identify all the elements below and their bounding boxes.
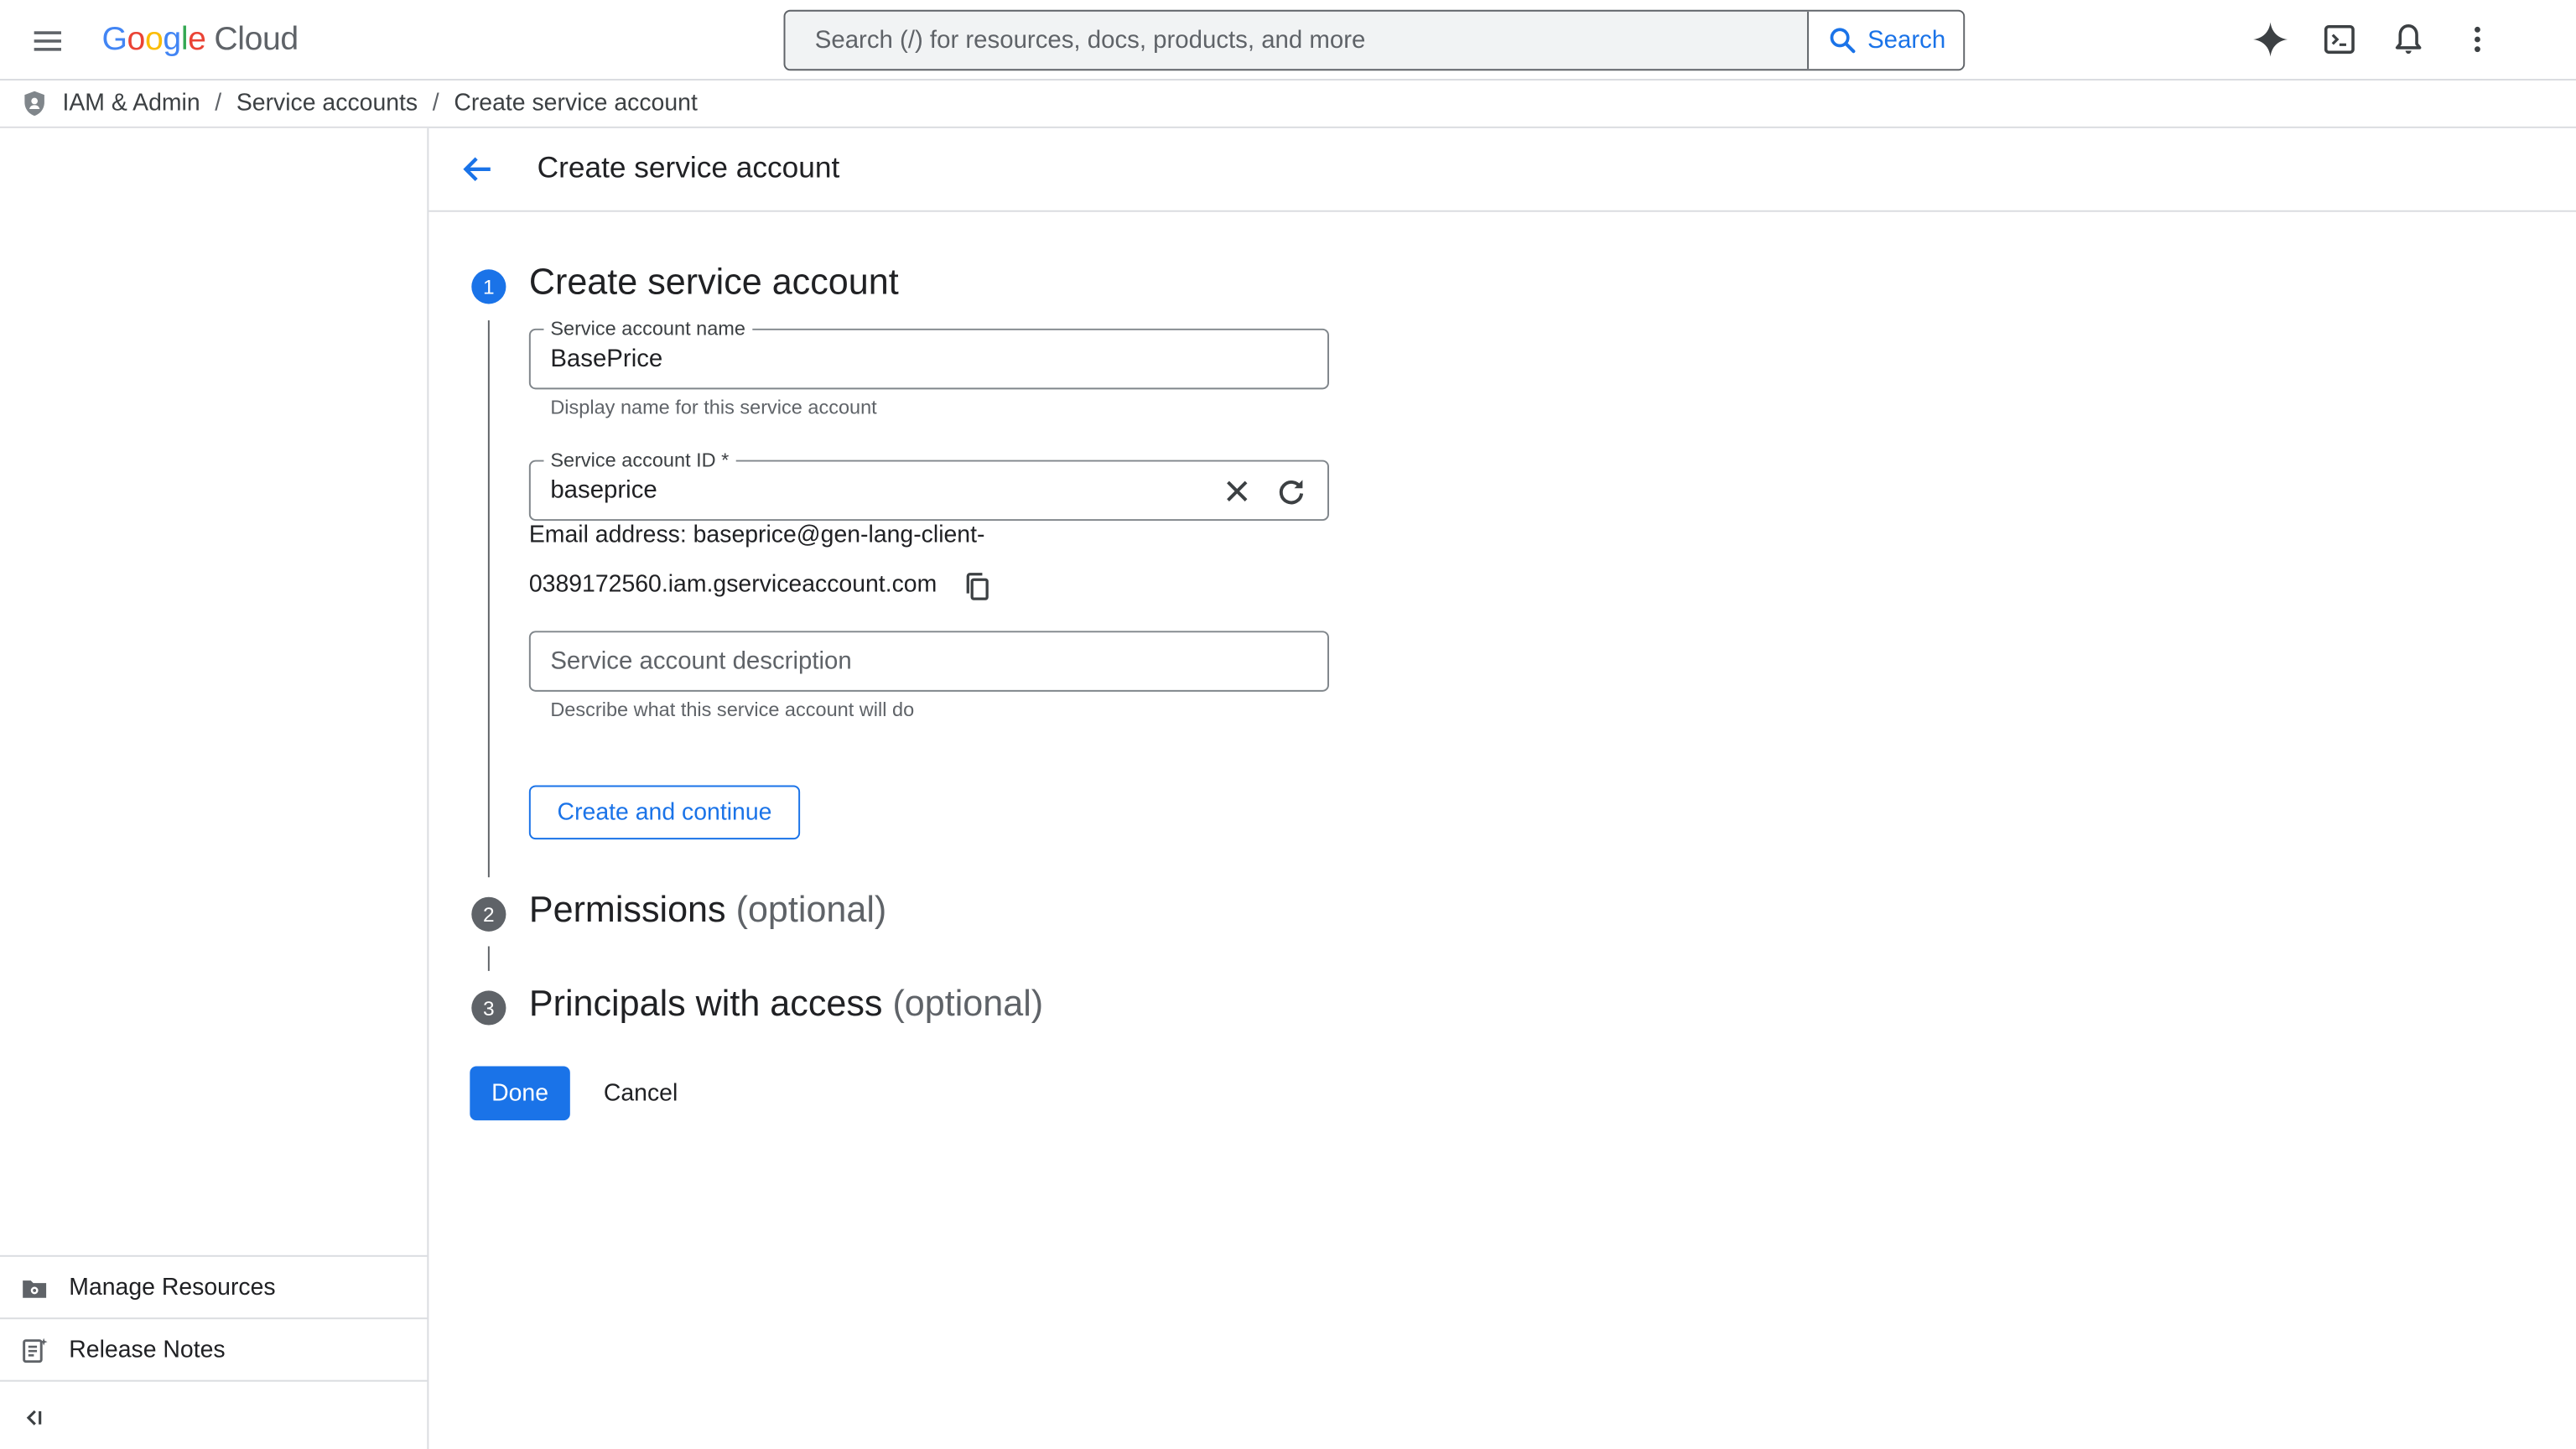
step-optional-text: (optional) [735, 888, 887, 930]
top-actions [2247, 15, 2501, 65]
search-button-label: Search [1867, 26, 1946, 55]
service-account-description-input[interactable] [550, 632, 1306, 690]
logo-letter: e [188, 20, 206, 57]
collapse-sidebar-button[interactable] [0, 1379, 428, 1449]
manage-resources-icon [23, 1280, 47, 1297]
close-icon [1227, 480, 1248, 501]
more-vert-icon [2475, 26, 2480, 53]
app-root: Google Cloud Search (/) for resources, d… [0, 0, 2576, 1449]
step-title-text: Permissions [528, 888, 726, 930]
service-account-description-hint: Describe what this service account will … [550, 698, 915, 722]
bell-icon [2395, 24, 2422, 55]
page-header: Create service account [428, 128, 2576, 212]
create-and-continue-label: Create and continue [557, 799, 772, 826]
step-2-title[interactable]: Permissions (optional) [529, 889, 886, 932]
breadcrumb-service-accounts[interactable]: Service accounts [236, 91, 418, 117]
logo-letter: o [144, 20, 164, 57]
email-address-line1: Email address: baseprice@gen-lang-client… [528, 522, 985, 549]
page-title: Create service account [537, 151, 840, 184]
cloud-shell-button[interactable] [2316, 15, 2362, 65]
search-button[interactable]: Search [1807, 11, 1964, 70]
step-3-indicator: 3 [471, 990, 506, 1026]
email-address-line2: 0389172560.iam.gserviceaccount.com [528, 571, 937, 599]
cancel-button[interactable]: Cancel [584, 1067, 696, 1121]
google-cloud-logo[interactable]: Google Cloud [101, 18, 299, 61]
hamburger-menu-icon [34, 31, 61, 51]
logo-letter: o [127, 20, 146, 57]
release-notes-icon [23, 1337, 48, 1363]
sidebar-item-label: Release Notes [69, 1336, 226, 1363]
regenerate-id-button[interactable] [1273, 473, 1309, 509]
service-account-id-field: Service account ID * [528, 448, 1329, 522]
step-title-text: Create service account [528, 261, 899, 303]
step-2-connector [487, 946, 490, 971]
service-account-description-field [528, 631, 1329, 692]
step-optional-text: (optional) [892, 982, 1044, 1024]
step-1-connector [487, 320, 490, 878]
breadcrumb-separator: / [432, 90, 439, 117]
step-3-title[interactable]: Principals with access (optional) [529, 983, 1043, 1026]
arrow-back-icon [463, 157, 491, 182]
refresh-icon [1279, 480, 1304, 505]
cancel-button-label: Cancel [603, 1080, 678, 1107]
top-bar: Google Cloud Search [0, 0, 2576, 81]
logo-cloud-text: Cloud [214, 20, 299, 57]
sidebar-item-release-notes[interactable]: Release Notes [0, 1317, 428, 1379]
step-2-indicator: 2 [471, 896, 506, 932]
main-menu-button[interactable] [26, 20, 69, 63]
service-account-name-field: Service account name [528, 317, 1329, 390]
logo-letter: g [163, 20, 181, 57]
breadcrumb-separator: / [215, 90, 222, 117]
step-1-title[interactable]: Create service account [529, 262, 899, 304]
breadcrumb-iam-admin[interactable]: IAM & Admin [62, 91, 200, 117]
left-sidebar: Manage Resources Release Notes [0, 127, 429, 1449]
gemini-sparkle-icon [2253, 22, 2288, 57]
copy-email-button[interactable] [961, 570, 994, 603]
collapse-nav-icon [26, 1409, 42, 1425]
step-title-text: Principals with access [528, 982, 883, 1024]
done-button-label: Done [491, 1080, 549, 1107]
service-account-name-input[interactable] [550, 330, 1208, 388]
sidebar-item-label: Manage Resources [69, 1274, 276, 1301]
service-account-id-input[interactable] [550, 461, 1175, 520]
sidebar-item-manage-resources[interactable]: Manage Resources [0, 1254, 428, 1317]
logo-letter: l [180, 20, 189, 57]
back-button[interactable] [459, 149, 498, 189]
terminal-icon [2324, 24, 2355, 55]
breadcrumb-current: Create service account [454, 90, 698, 117]
gemini-button[interactable] [2247, 15, 2293, 65]
step-1-indicator: 1 [471, 269, 506, 304]
iam-shield-icon [24, 91, 44, 117]
service-account-name-hint: Display name for this service account [550, 396, 877, 419]
search-icon [1830, 28, 1855, 54]
logo-letter: G [101, 20, 127, 57]
search-input[interactable] [785, 11, 1808, 70]
more-options-button[interactable] [2454, 15, 2501, 65]
notifications-button[interactable] [2386, 15, 2432, 65]
global-search: Search [783, 9, 1966, 71]
breadcrumb: IAM & Admin / Service accounts / Create … [0, 80, 2576, 128]
clear-id-button[interactable] [1219, 473, 1255, 509]
done-button[interactable]: Done [470, 1066, 570, 1121]
copy-icon [966, 573, 989, 600]
create-and-continue-button[interactable]: Create and continue [528, 785, 801, 840]
